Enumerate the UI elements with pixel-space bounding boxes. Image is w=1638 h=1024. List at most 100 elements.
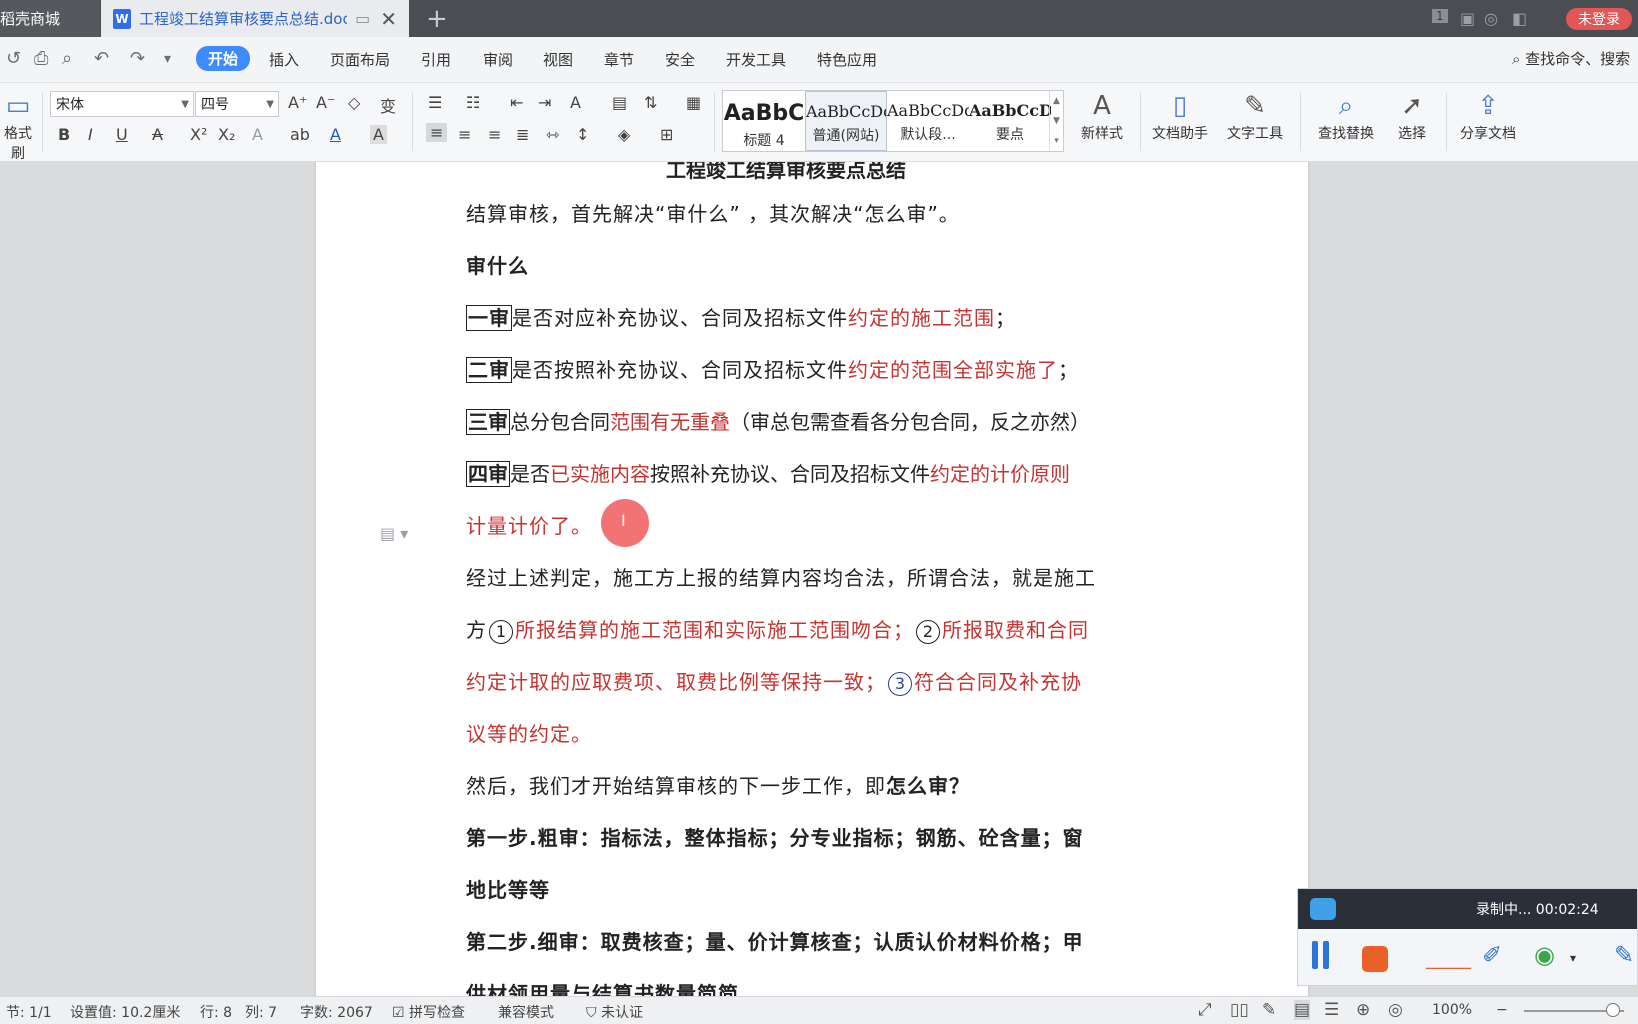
document-area[interactable]: 工程竣工结算审核要点总结 结算审核，首先解决“审什么” ，其次解决“怎么审”。 … xyxy=(0,162,1638,996)
font-color-icon[interactable]: A xyxy=(330,125,341,144)
login-button[interactable]: 未登录 xyxy=(1566,8,1632,30)
document-page[interactable]: 工程竣工结算审核要点总结 结算审核，首先解决“审什么” ，其次解决“怎么审”。 … xyxy=(316,162,1308,996)
print-preview-icon[interactable]: ⌕ xyxy=(62,48,72,69)
pen-icon[interactable]: ✎ xyxy=(1614,941,1634,969)
phonetic-icon[interactable]: 变 xyxy=(380,93,396,117)
tab-count-badge[interactable]: 1 xyxy=(1432,9,1448,23)
setting-value[interactable]: 设置值: 10.2厘米 xyxy=(70,1002,180,1022)
distribute-icon[interactable]: ⇿ xyxy=(546,125,559,144)
grow-font-icon[interactable]: A⁺ xyxy=(288,93,307,112)
monitor-icon[interactable]: ▭ xyxy=(355,9,370,28)
menu-references[interactable]: 引用 xyxy=(421,49,451,70)
justify-icon[interactable]: ≣ xyxy=(516,125,529,144)
menu-developer[interactable]: 开发工具 xyxy=(726,49,786,70)
decrease-indent-icon[interactable]: ⇤ xyxy=(510,93,523,112)
reading-mode-icon[interactable]: ▯▯ xyxy=(1230,1000,1249,1020)
eye-protection-icon[interactable]: ◎ xyxy=(1388,1000,1403,1020)
bold-icon[interactable]: B xyxy=(58,125,70,144)
outline-view-icon[interactable]: ☰ xyxy=(1324,1000,1339,1020)
doc-assistant-button[interactable]: ▯ 文档助手 xyxy=(1148,89,1212,143)
style-default-para[interactable]: AaBbCcDd 默认段... xyxy=(887,91,969,151)
undo-icon[interactable]: ↶ xyxy=(94,48,109,69)
edit-mode-icon[interactable]: ✎ xyxy=(1262,1000,1276,1020)
find-replace-button[interactable]: ⌕ 查找替换 xyxy=(1310,89,1382,143)
section-indicator[interactable]: 节: 1/1 xyxy=(6,1002,52,1022)
style-heading4[interactable]: AaBbC 标题 4 xyxy=(723,91,805,151)
recording-status: 录制中... 00:02:24 xyxy=(1476,902,1599,918)
certification-status[interactable]: ⛉ 未认证 xyxy=(586,1002,643,1022)
webcam-add-icon[interactable]: ◉ xyxy=(1534,941,1555,969)
align-right-icon[interactable]: ≡ xyxy=(488,125,501,144)
format-painter-button[interactable]: ▭ 格式刷 xyxy=(0,89,36,163)
window-icon[interactable]: ▣ xyxy=(1460,9,1475,28)
word-count[interactable]: 字数: 2067 xyxy=(300,1002,373,1022)
pen-annotation-icon[interactable]: ✐ xyxy=(1482,941,1502,969)
chinese-layout-icon[interactable]: ▤ xyxy=(612,93,627,112)
paragraph-menu-icon[interactable]: ▤ ▾ xyxy=(380,524,408,543)
font-name-select[interactable]: 宋体 ▼ xyxy=(50,91,194,117)
table-border-icon[interactable]: ⊞ xyxy=(660,125,673,144)
shading-icon[interactable]: ◈ xyxy=(618,125,630,144)
style-normal-web[interactable]: AaBbCcDd 普通(网站) xyxy=(805,91,887,151)
pause-button[interactable] xyxy=(1312,941,1334,977)
style-scroll[interactable]: ▲ ▼ ▾ xyxy=(1049,91,1063,151)
print-icon[interactable]: ⎙ xyxy=(34,48,48,69)
menu-view[interactable]: 视图 xyxy=(543,49,573,70)
stop-button[interactable] xyxy=(1362,946,1388,972)
command-search[interactable]: ⌕ 查找命令、搜索 xyxy=(1512,48,1630,69)
align-center-icon[interactable]: ≡ xyxy=(458,125,471,144)
tab-store[interactable]: 稻壳商城 xyxy=(0,0,100,37)
zoom-slider-handle[interactable] xyxy=(1606,1003,1620,1017)
menu-special[interactable]: 特色应用 xyxy=(817,49,877,70)
clear-format-icon[interactable]: ◇ xyxy=(348,93,360,112)
text-effect-icon[interactable]: A xyxy=(252,125,263,144)
menu-chapter[interactable]: 章节 xyxy=(604,49,634,70)
highlight-icon[interactable]: ab xyxy=(290,125,310,144)
menu-page-layout[interactable]: 页面布局 xyxy=(330,49,390,70)
shrink-font-icon[interactable]: A⁻ xyxy=(316,93,335,112)
web-view-icon[interactable]: ⊕ xyxy=(1356,1000,1370,1020)
menu-review[interactable]: 审阅 xyxy=(483,49,513,70)
menu-insert[interactable]: 插入 xyxy=(269,49,299,70)
text-direction-icon[interactable]: A xyxy=(570,93,581,112)
tab-document[interactable]: W 工程竣工结算审核要点总结.doc ▭ ✕ xyxy=(101,0,409,37)
sort-icon[interactable]: ⇅ xyxy=(644,93,657,112)
menu-home[interactable]: 开始 xyxy=(196,46,251,71)
customize-chevron-icon[interactable]: ▾ xyxy=(164,51,171,67)
bullet-list-icon[interactable]: ☰ xyxy=(428,93,442,112)
italic-icon[interactable]: I xyxy=(88,125,93,144)
sync-icon[interactable]: ◎ xyxy=(1484,9,1498,28)
font-size-select[interactable]: 四号 ▼ xyxy=(195,91,279,117)
char-shading-icon[interactable]: A xyxy=(370,125,387,144)
underline-icon[interactable]: U xyxy=(116,125,128,144)
superscript-icon[interactable]: X² xyxy=(190,125,207,144)
line-spacing-icon[interactable]: ↕ xyxy=(576,125,589,144)
align-left-icon[interactable]: ≡ xyxy=(426,123,448,142)
close-tab-icon[interactable]: ✕ xyxy=(380,7,397,31)
zoom-level[interactable]: 100% xyxy=(1432,1002,1472,1018)
doc-step1-line1: 第一步.粗审：指标法，整体指标；分专业指标；钢筋、砼含量；窗 xyxy=(466,826,1084,850)
draw-line-icon[interactable]: _____ xyxy=(1426,949,1471,970)
borders-icon[interactable]: ▦ xyxy=(686,93,701,112)
skin-icon[interactable]: ◧ xyxy=(1512,9,1527,28)
numbered-list-icon[interactable]: ☷ xyxy=(466,93,480,112)
rule-red: 已实施内容 xyxy=(550,462,650,486)
strikethrough-icon[interactable]: A xyxy=(152,125,163,144)
text-tools-button[interactable]: ✎ 文字工具 xyxy=(1220,89,1290,143)
rule-box: 一审 xyxy=(466,305,512,331)
share-doc-button[interactable]: ⇪ 分享文档 xyxy=(1456,89,1520,143)
style-key-point[interactable]: AaBbCcDd 要点 xyxy=(969,91,1051,151)
subscript-icon[interactable]: X₂ xyxy=(218,125,235,144)
select-button[interactable]: ➚ 选择 xyxy=(1390,89,1434,143)
redo-history-icon[interactable]: ↺ xyxy=(6,48,21,69)
spell-check[interactable]: ☑ 拼写检查 xyxy=(392,1002,465,1022)
chevron-down-icon[interactable]: ▾ xyxy=(1570,951,1576,965)
menu-security[interactable]: 安全 xyxy=(665,49,695,70)
new-style-button[interactable]: A 新样式 xyxy=(1070,89,1134,143)
increase-indent-icon[interactable]: ⇥ xyxy=(538,93,551,112)
redo-icon[interactable]: ↷ xyxy=(130,48,145,69)
page-view-icon[interactable]: ▤ xyxy=(1294,1000,1311,1020)
zoom-out-icon[interactable]: − xyxy=(1496,1002,1508,1018)
fullscreen-icon[interactable]: ⤢ xyxy=(1198,1000,1212,1020)
new-tab-icon[interactable]: + xyxy=(426,4,448,34)
